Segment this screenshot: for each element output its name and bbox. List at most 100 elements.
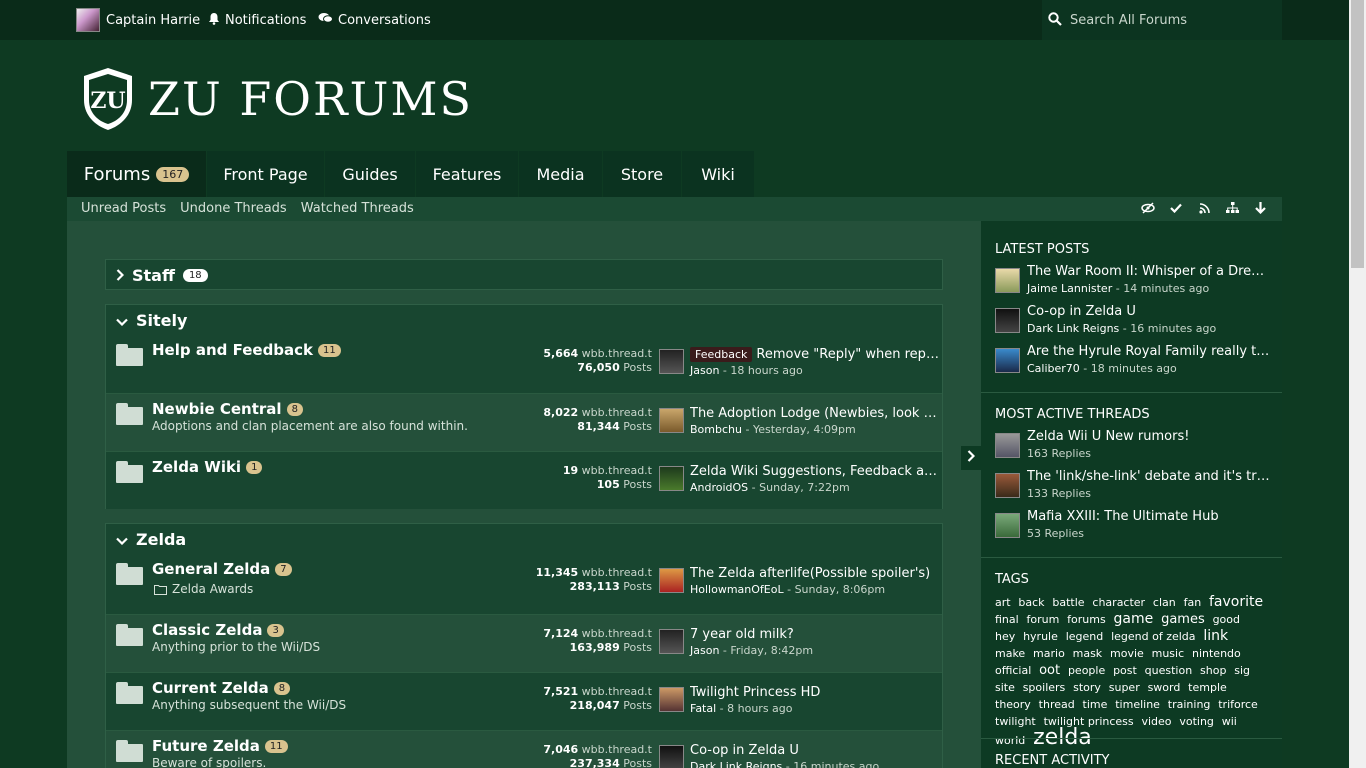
site-logo[interactable]: ZU ZU FORUMS [82,66,473,132]
conversations-link[interactable]: Conversations [318,12,431,28]
tab-wiki[interactable]: Wiki [682,151,755,197]
tag-link[interactable]: temple [1188,681,1227,694]
category-header[interactable]: Sitely [106,305,942,335]
list-item[interactable]: Are the Hyrule Royal Family really the d… [995,344,1275,384]
avatar[interactable] [995,473,1020,498]
tag-link[interactable]: good [1213,613,1240,626]
tag-link[interactable]: hey [995,630,1015,643]
thread-title[interactable]: Mafia XXIII: The Ultimate Hub [1027,509,1270,524]
tag-link[interactable]: theory [995,698,1031,711]
tag-link[interactable]: timeline [1115,698,1160,711]
tag-link[interactable]: battle [1052,596,1084,609]
tag-link[interactable]: game [1114,611,1154,627]
tag-link[interactable]: movie [1110,647,1144,660]
eye-slash-icon[interactable] [1140,200,1156,216]
board-title[interactable]: Future Zelda [152,737,260,755]
avatar[interactable] [995,268,1020,293]
last-post-title[interactable]: The Adoption Lodge (Newbies, look here!) [690,406,940,421]
arrow-down-icon[interactable] [1252,200,1268,216]
board-current-zelda[interactable]: Current Zelda 8 Anything subsequent the W… [106,672,942,730]
board-help-and-feedback[interactable]: Help and Feedback 11 5,664 wbb.thread.t 7… [106,335,942,393]
search-box[interactable] [1042,0,1282,40]
tag-link[interactable]: story [1073,681,1101,694]
board-classic-zelda[interactable]: Classic Zelda 3 Anything prior to the Wii… [106,614,942,672]
board-title[interactable]: General Zelda [152,560,270,578]
tab-guides[interactable]: Guides [325,151,416,197]
subforum-link[interactable]: Zelda Awards [154,582,253,596]
thread-title[interactable]: Co-op in Zelda U [1027,304,1270,319]
tag-link[interactable]: legend [1066,630,1104,643]
tag-link[interactable]: fan [1184,596,1202,609]
avatar[interactable] [659,349,684,374]
unread-posts-link[interactable]: Unread Posts [81,201,166,216]
board-zelda-wiki[interactable]: Zelda Wiki 1 19 wbb.thread.t 105 Posts Ze… [106,451,942,509]
tag-link[interactable]: back [1018,596,1044,609]
tag-link[interactable]: video [1141,715,1171,728]
board-title[interactable]: Zelda Wiki [152,458,241,476]
avatar[interactable] [995,308,1020,333]
tag-link[interactable]: shop [1200,664,1226,677]
tag-link[interactable]: twilight [995,715,1036,728]
tab-forums[interactable]: Forums 167 [67,151,207,197]
last-post-title[interactable]: The Zelda afterlife(Possible spoiler's) [690,566,940,581]
avatar[interactable] [995,348,1020,373]
tag-link[interactable]: art [995,596,1011,609]
list-item[interactable]: Zelda Wii U New rumors! 163 Replies [995,429,1275,469]
sitemap-icon[interactable] [1224,200,1240,216]
last-post-title[interactable]: Co-op in Zelda U [690,743,940,758]
avatar[interactable] [659,408,684,433]
thread-title[interactable]: Are the Hyrule Royal Family really the d… [1027,344,1270,359]
list-item[interactable]: The 'link/she-link' debate and it's true… [995,469,1275,509]
scrollbar[interactable] [1349,0,1366,768]
tag-link[interactable]: forum [1027,613,1060,626]
tag-link[interactable]: clan [1153,596,1176,609]
avatar[interactable] [995,433,1020,458]
last-post-title[interactable]: 7 year old milk? [690,627,940,642]
avatar[interactable] [659,466,684,491]
avatar[interactable] [995,513,1020,538]
board-future-zelda[interactable]: Future Zelda 11 Beware of spoilers. 7,046… [106,730,942,768]
tab-store[interactable]: Store [603,151,682,197]
last-post-title[interactable]: FeedbackRemove "Reply" when replying to … [690,347,940,362]
tag-link[interactable]: super [1109,681,1140,694]
tag-link[interactable]: voting [1179,715,1214,728]
tag-link[interactable]: hyrule [1023,630,1058,643]
tag-link[interactable]: mask [1073,647,1103,660]
tag-link[interactable]: nintendo [1192,647,1241,660]
tab-media[interactable]: Media [519,151,603,197]
user-menu[interactable]: Captain Harrie [76,8,200,32]
rss-icon[interactable] [1196,200,1212,216]
list-item[interactable]: Co-op in Zelda U Dark Link Reigns - 16 m… [995,304,1275,344]
category-header[interactable]: Zelda [106,524,942,554]
tag-link[interactable]: music [1152,647,1185,660]
tag-link[interactable]: link [1203,628,1228,644]
tag-link[interactable]: character [1092,596,1145,609]
tag-link[interactable]: forums [1067,613,1106,626]
avatar[interactable] [659,687,684,712]
board-title[interactable]: Newbie Central [152,400,282,418]
scrollbar-thumb[interactable] [1351,0,1364,268]
avatar[interactable] [659,568,684,593]
tag-link[interactable]: sword [1148,681,1181,694]
board-general-zelda[interactable]: General Zelda 7 Zelda Awards 11,345 wbb.t… [106,554,942,614]
tag-link[interactable]: legend of zelda [1111,630,1195,643]
thread-title[interactable]: The 'link/she-link' debate and it's true… [1027,469,1270,484]
undone-threads-link[interactable]: Undone Threads [180,201,287,216]
last-post-title[interactable]: Twilight Princess HD [690,685,940,700]
tag-link[interactable]: mario [1033,647,1065,660]
tag-link[interactable]: triforce [1218,698,1258,711]
board-newbie-central[interactable]: Newbie Central 8 Adoptions and clan place… [106,393,942,451]
tag-link[interactable]: world [995,734,1025,747]
watched-threads-link[interactable]: Watched Threads [301,201,414,216]
tag-link[interactable]: oot [1039,663,1060,678]
tag-link[interactable]: time [1083,698,1108,711]
tab-front-page[interactable]: Front Page [207,151,325,197]
checkmark-icon[interactable] [1168,200,1184,216]
category-header[interactable]: Staff 18 [106,260,942,290]
search-input[interactable] [1070,12,1270,28]
tag-link[interactable]: post [1113,664,1137,677]
tag-link[interactable]: training [1168,698,1211,711]
notifications-link[interactable]: Notifications [208,12,306,29]
board-title[interactable]: Classic Zelda [152,621,262,639]
last-post-title[interactable]: Zelda Wiki Suggestions, Feedback and Req… [690,464,940,479]
